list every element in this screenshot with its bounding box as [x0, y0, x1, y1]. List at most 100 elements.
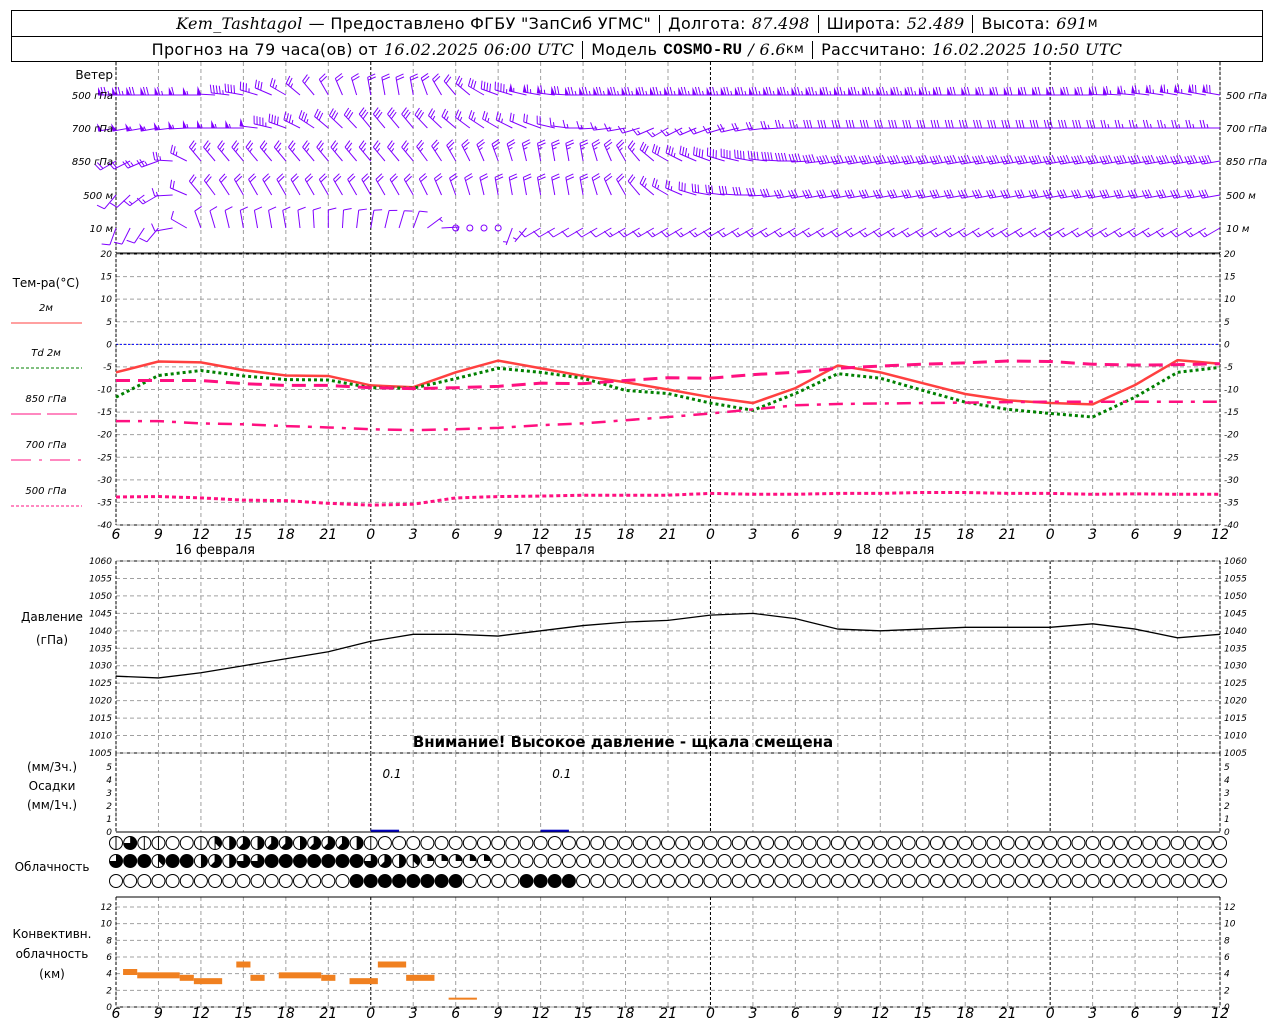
barb-half	[1206, 123, 1209, 129]
barb-full	[892, 189, 898, 198]
barb-full	[579, 173, 588, 178]
barb-shaft	[297, 210, 301, 229]
wind-barb	[233, 173, 244, 196]
barb-full	[932, 155, 937, 164]
pressure-tick-label-left: 1025	[89, 679, 112, 689]
circle-outline	[208, 874, 223, 888]
barb-full	[1155, 230, 1163, 238]
cloud-cover-circle	[137, 854, 152, 868]
barb-full	[861, 189, 866, 198]
cloud-cover-circle	[604, 874, 619, 888]
barb-full	[974, 189, 980, 198]
barb-full	[1116, 189, 1121, 198]
cloud-cover-circle	[236, 854, 251, 868]
barb-full	[1085, 190, 1090, 199]
barb-full	[847, 189, 852, 198]
barb-flag	[1188, 83, 1193, 93]
wind-barb	[494, 173, 504, 196]
barb-shaft	[170, 218, 188, 229]
circle-outline	[986, 836, 1001, 850]
barb-full	[1072, 119, 1076, 129]
circle-outline	[788, 854, 803, 868]
wind-barb	[1113, 154, 1136, 165]
circle-outline	[661, 874, 675, 888]
circle-outline	[689, 854, 704, 868]
barb-half	[1019, 232, 1024, 236]
date-label: 18 февраля	[855, 543, 935, 558]
barb-full	[1035, 119, 1039, 129]
barb-half	[796, 123, 799, 129]
cloud-cover-circle	[944, 874, 959, 888]
barb-full	[373, 209, 383, 211]
barb-full	[1206, 84, 1208, 93]
barb-full	[549, 117, 552, 126]
temp-tick-label-right: 10	[1224, 295, 1236, 305]
barb-full	[740, 86, 744, 96]
cloud-cover-circle	[618, 836, 633, 850]
time-tick-label: 6	[451, 527, 460, 543]
barb-full	[797, 153, 802, 162]
cloud-cover-circle	[689, 836, 704, 850]
cloud-cover-circle	[236, 874, 251, 888]
barb-half	[543, 89, 546, 94]
barb-full	[876, 119, 880, 129]
wind-barb	[367, 73, 376, 96]
cloud-cover-circle	[1000, 836, 1015, 850]
barb-full	[688, 230, 696, 238]
barb-full	[1063, 119, 1067, 129]
barb-full	[1100, 119, 1104, 129]
barb-full	[1133, 155, 1138, 164]
barb-full	[1128, 119, 1132, 129]
barb-half	[552, 147, 557, 150]
barb-full	[1150, 154, 1155, 163]
barb-full	[670, 147, 674, 156]
barb-half	[291, 119, 294, 125]
barb-full	[819, 189, 824, 198]
barb-full	[1187, 155, 1192, 164]
cloud-cover-circle	[887, 874, 902, 888]
barb-full	[891, 119, 895, 129]
barb-full	[575, 230, 583, 238]
barb-half	[222, 90, 224, 95]
cloud-cover-circle	[1071, 854, 1086, 868]
cloud-cover-circle	[250, 874, 265, 888]
barb-full	[949, 189, 954, 198]
cloud-cover-circle	[788, 854, 803, 868]
barb-full	[895, 154, 901, 163]
barb-full	[1017, 155, 1022, 164]
barb-half	[1109, 90, 1112, 95]
barb-full	[833, 155, 838, 164]
circle-outline	[179, 874, 194, 888]
cloud-cover-circle	[1099, 874, 1114, 888]
pressure-tick-label-left: 1005	[89, 749, 112, 759]
barb-full	[1028, 230, 1035, 238]
wind-barb	[1028, 154, 1051, 165]
barb-full	[947, 119, 951, 129]
wind-level-label-left: 10 м	[90, 224, 114, 235]
circle-outline	[165, 836, 180, 850]
cloud-cover-circle	[165, 874, 180, 888]
cloud-cover-circle	[915, 854, 930, 868]
barb-half	[1118, 232, 1123, 236]
temp-tick-label-right: 15	[1224, 273, 1236, 283]
precip-tick-label-right: 4	[1224, 776, 1230, 786]
cloud-cover-circle	[1113, 854, 1128, 868]
conv-tick-label-right: 2	[1224, 986, 1230, 996]
circle-outline	[1113, 854, 1128, 868]
cloud-cover-circle	[703, 874, 718, 888]
barb-half	[432, 115, 436, 121]
barb-full	[859, 119, 863, 129]
barb-full	[131, 86, 135, 96]
barb-half	[1121, 123, 1124, 129]
barb-shaft	[341, 210, 345, 229]
circle-outline	[703, 854, 718, 868]
circle-outline	[760, 874, 775, 888]
pressure-tick-label-left: 1045	[89, 609, 112, 619]
barb-half	[144, 161, 148, 166]
cloud-cover-circle	[1156, 836, 1171, 850]
temp-tick-label-left: -10	[97, 386, 112, 396]
wind-barb	[268, 113, 287, 129]
barb-full	[929, 156, 934, 165]
circle-outline	[944, 874, 959, 888]
barb-full	[1157, 119, 1161, 129]
